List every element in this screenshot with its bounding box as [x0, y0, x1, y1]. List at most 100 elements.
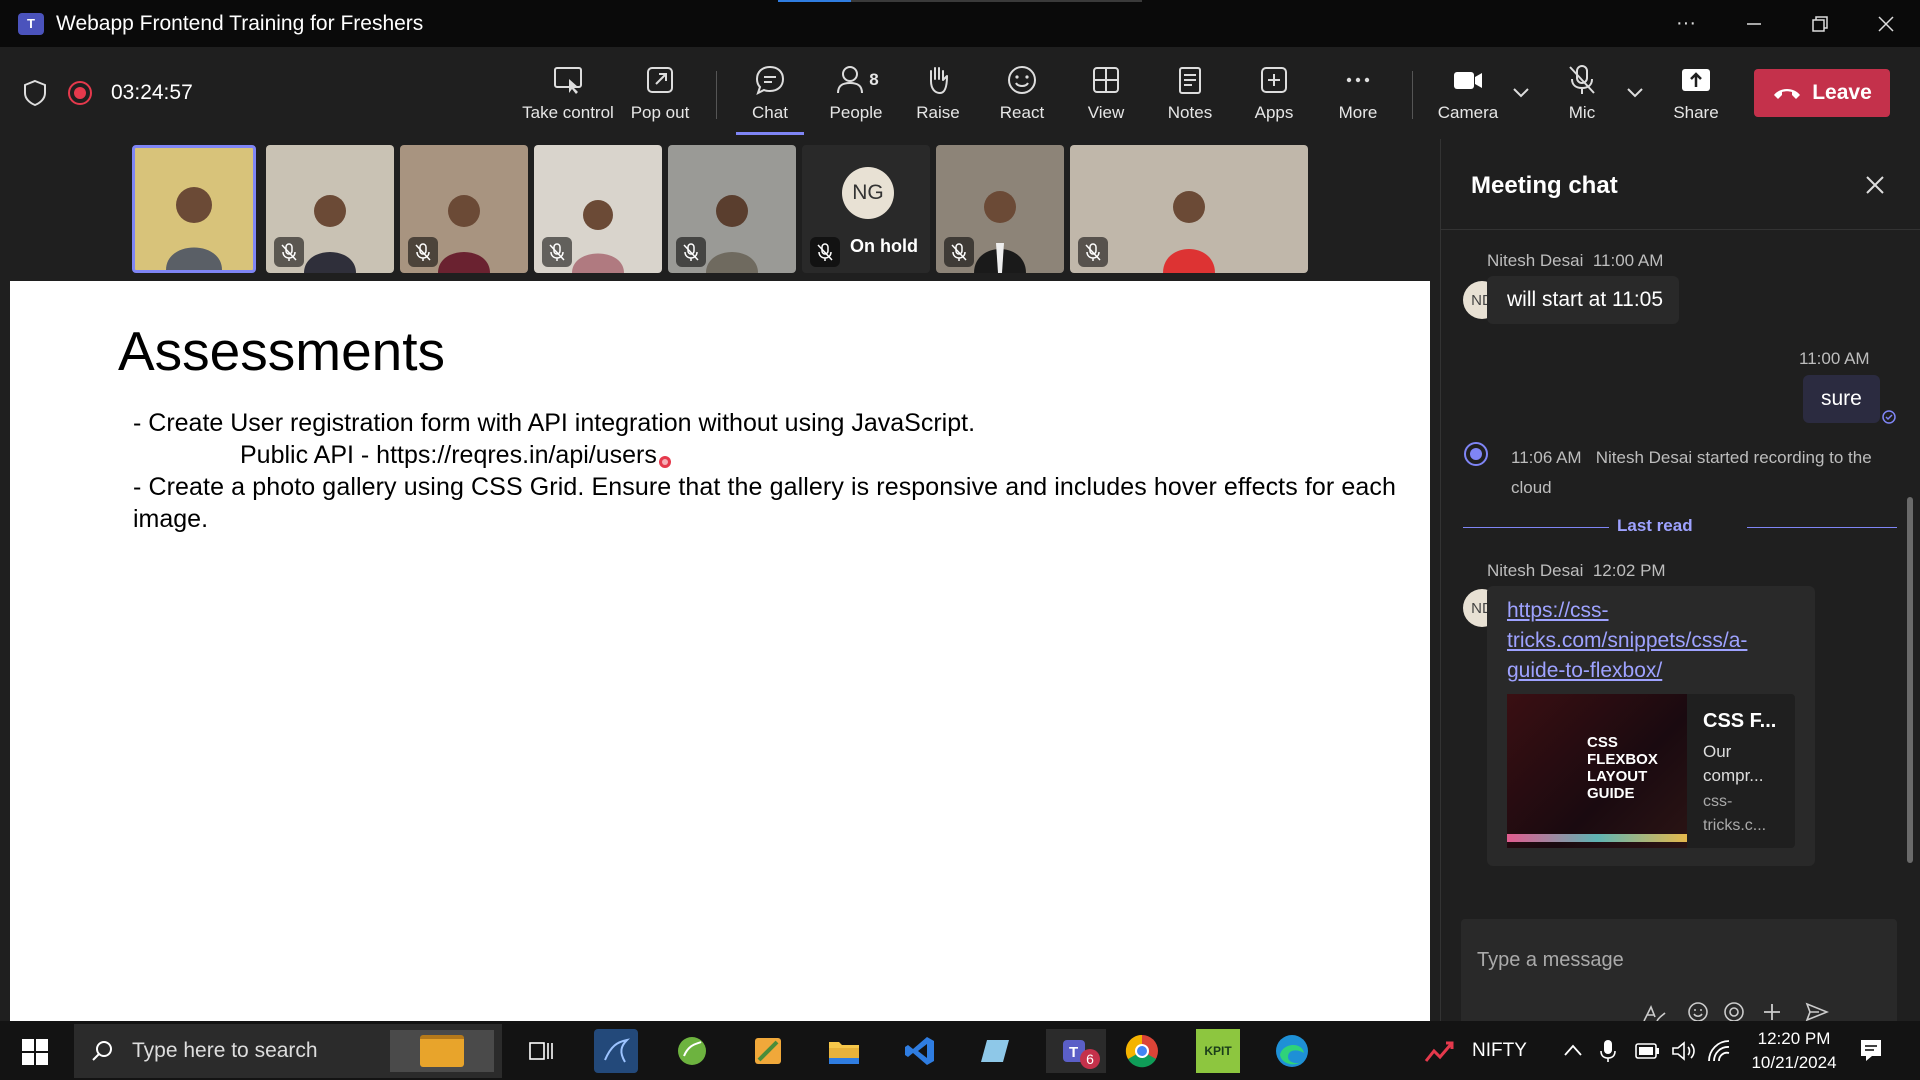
more-options-button[interactable]: ···: [1656, 0, 1716, 47]
loading-bar: [778, 0, 1142, 2]
grid-view-icon: [1093, 67, 1119, 93]
add-icon[interactable]: [1761, 1001, 1783, 1023]
loop-icon[interactable]: [1723, 1001, 1745, 1023]
link-preview-image: CSS FLEXBOX LAYOUT GUIDE: [1507, 694, 1687, 848]
ticker-label[interactable]: NIFTY: [1472, 1040, 1527, 1062]
chat-message[interactable]: will start at 11:05: [1487, 276, 1680, 324]
muted-icon: [1078, 237, 1108, 267]
participant-tile-p2[interactable]: [266, 145, 394, 273]
notes-icon: [1179, 67, 1201, 94]
close-chat-icon[interactable]: [1865, 175, 1885, 195]
share-button[interactable]: Share: [1662, 47, 1730, 139]
wifi-icon[interactable]: [1706, 1039, 1732, 1063]
view-button[interactable]: View: [1072, 47, 1140, 139]
participant-tile-p7[interactable]: [936, 145, 1064, 273]
emoji-icon[interactable]: [1687, 1001, 1709, 1023]
kpit-icon[interactable]: KPIT: [1196, 1029, 1240, 1073]
camera-button[interactable]: Camera: [1428, 47, 1508, 139]
svg-text:T: T: [1069, 1044, 1078, 1061]
mic-tray-icon[interactable]: [1600, 1039, 1616, 1063]
sent-check-icon: [1882, 410, 1896, 424]
send-icon[interactable]: [1805, 1001, 1829, 1023]
raise-hand-button[interactable]: Raise: [904, 47, 972, 139]
window-title: Webapp Frontend Training for Freshers: [56, 11, 424, 35]
chat-message-link: https://css- tricks.com/snippets/css/a- …: [1487, 586, 1815, 866]
compose-input[interactable]: Type a message: [1477, 949, 1624, 972]
camera-icon: [1454, 72, 1482, 89]
apps-button[interactable]: Apps: [1240, 47, 1308, 139]
briefcase-icon: [420, 1035, 464, 1067]
participant-video: [304, 195, 356, 273]
participant-tile-p4[interactable]: [534, 145, 662, 273]
people-button[interactable]: 8 People: [822, 47, 890, 139]
teams-icon: T: [18, 12, 44, 35]
windows-taskbar: Type here to search T 6 KPIT NIFTY 12:20…: [0, 1021, 1920, 1080]
teams-taskbar-icon[interactable]: T 6: [1046, 1029, 1106, 1073]
participant-video: [572, 200, 624, 273]
chat-button[interactable]: Chat: [736, 47, 804, 139]
link-preview-card[interactable]: CSS FLEXBOX LAYOUT GUIDE CSS F... Our co…: [1507, 694, 1795, 848]
mic-muted-icon: [1569, 65, 1595, 94]
format-icon[interactable]: [1641, 1003, 1667, 1023]
battery-icon[interactable]: [1634, 1041, 1662, 1061]
muted-icon: [408, 237, 438, 267]
taskbar-search[interactable]: Type here to search: [74, 1024, 502, 1078]
notification-badge: 6: [1080, 1049, 1100, 1069]
notepad-icon[interactable]: [974, 1029, 1018, 1073]
pop-out-button[interactable]: Pop out: [626, 47, 694, 139]
chat-icon: [755, 65, 785, 95]
people-count: 8: [869, 70, 879, 89]
tools-app-icon[interactable]: [746, 1029, 790, 1073]
minimize-button[interactable]: [1724, 0, 1784, 47]
task-view-icon[interactable]: [518, 1029, 562, 1073]
react-button[interactable]: React: [988, 47, 1056, 139]
meeting-chat-panel: Meeting chat Nitesh Desai 11:00 AM ND wi…: [1440, 139, 1920, 1029]
message-meta: Nitesh Desai 12:02 PM: [1487, 561, 1666, 580]
file-explorer-icon[interactable]: [822, 1029, 866, 1073]
chat-message-own[interactable]: sure: [1803, 375, 1880, 423]
participant-tile-p3[interactable]: [400, 145, 528, 273]
mic-button[interactable]: Mic: [1548, 47, 1616, 139]
pop-out-icon: [647, 67, 673, 93]
chat-scrollbar[interactable]: [1907, 497, 1913, 863]
participant-tile-p6[interactable]: NG On hold: [802, 145, 930, 273]
muted-icon: [810, 237, 840, 267]
muted-icon: [676, 237, 706, 267]
meeting-toolbar: 03:24:57 Take control Pop out Chat 8 Peo…: [0, 47, 1920, 139]
notification-center-icon[interactable]: [1858, 1037, 1884, 1063]
market-ticker-icon[interactable]: [1424, 1037, 1458, 1065]
participant-tile-p8[interactable]: [1070, 145, 1308, 273]
chrome-icon[interactable]: [1120, 1029, 1164, 1073]
smile-icon: [1008, 66, 1036, 94]
leave-button[interactable]: Leave: [1754, 69, 1890, 117]
more-button[interactable]: More: [1324, 47, 1392, 139]
camera-options-chevron-icon[interactable]: [1512, 87, 1530, 99]
spring-tool-icon[interactable]: [670, 1029, 714, 1073]
notes-button[interactable]: Notes: [1156, 47, 1224, 139]
participant-video: [706, 195, 758, 273]
windows-start-icon[interactable]: [22, 1039, 48, 1065]
vscode-icon[interactable]: [898, 1029, 942, 1073]
edge-icon[interactable]: [1270, 1029, 1314, 1073]
laser-pointer-icon: [659, 456, 671, 468]
mysql-workbench-icon[interactable]: [594, 1029, 638, 1073]
mic-options-chevron-icon[interactable]: [1626, 87, 1644, 99]
last-read-divider: Last read: [1617, 516, 1693, 535]
take-control-button[interactable]: Take control: [522, 47, 614, 139]
shield-icon[interactable]: [22, 79, 48, 107]
message-link[interactable]: https://css- tricks.com/snippets/css/a- …: [1507, 596, 1747, 686]
participant-tile-p5[interactable]: [668, 145, 796, 273]
clock[interactable]: 12:20 PM 10/21/2024: [1744, 1027, 1844, 1075]
participant-video: [1163, 191, 1215, 273]
compose-box[interactable]: Type a message: [1461, 919, 1897, 1029]
recording-event: 11:06 AM Nitesh Desai started recording …: [1511, 448, 1872, 497]
shared-screen: Assessments - Create User registration f…: [10, 281, 1430, 1021]
chevron-up-icon[interactable]: [1563, 1043, 1583, 1057]
minimize-icon: [1747, 22, 1761, 25]
close-button[interactable]: [1856, 0, 1916, 47]
restore-button[interactable]: [1790, 0, 1850, 47]
volume-icon[interactable]: [1670, 1039, 1696, 1063]
participant-tile-p1[interactable]: [132, 145, 256, 273]
search-highlight: [390, 1030, 494, 1072]
take-control-icon: [554, 67, 582, 94]
